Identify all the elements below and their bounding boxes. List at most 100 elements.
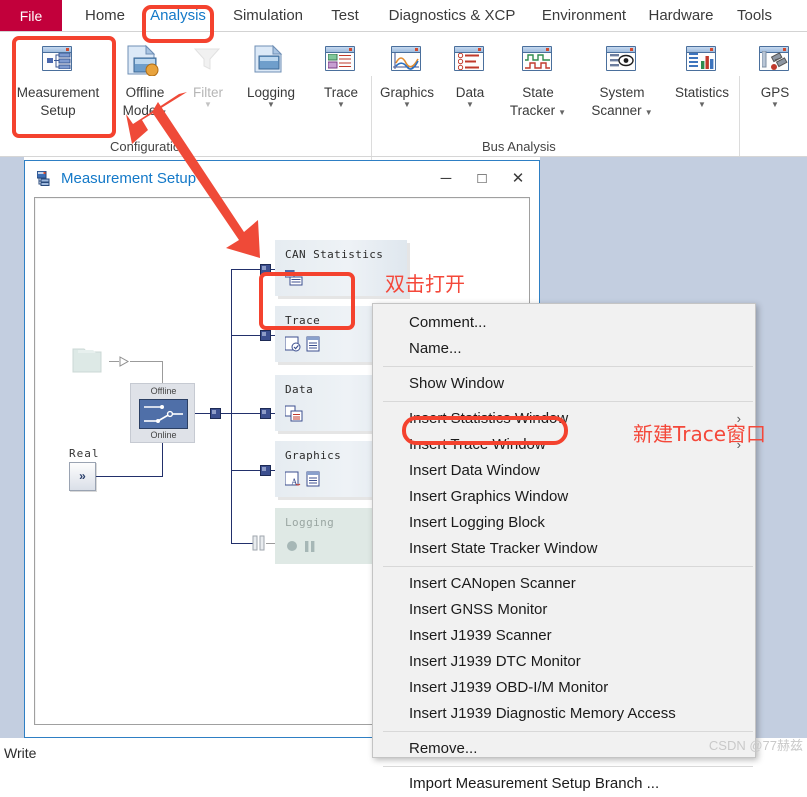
ribbon-button-label: Measurement	[16, 85, 100, 100]
context-menu-item-label: Insert Statistics Window	[409, 410, 569, 427]
graphics-node-title: Graphics	[285, 449, 342, 462]
ribbon-button-label: Statistics	[674, 85, 729, 100]
ribbon-tab-file[interactable]: File	[0, 0, 62, 32]
logging-disconnect-icon	[252, 535, 265, 551]
ribbon-button-label: GPS	[760, 85, 790, 100]
graphics-node-icons[interactable]: A	[284, 471, 325, 489]
menu-insert-j1939-diag-memory[interactable]: Insert J1939 Diagnostic Memory Access	[373, 701, 755, 727]
status-write-label: Write	[4, 745, 37, 761]
context-menu-item-label: Insert J1939 DTC Monitor	[409, 653, 581, 670]
wire-folder-out	[109, 361, 119, 362]
ribbon-button-system-scanner[interactable]: System Scanner ▼	[582, 42, 662, 118]
context-menu-item-label: Insert GNSS Monitor	[409, 601, 548, 618]
ribbon-button-logging[interactable]: Logging ▼	[238, 42, 304, 109]
menu-import-measurement-setup-branch[interactable]: Import Measurement Setup Branch ...	[373, 771, 755, 797]
wire-real-up	[162, 443, 163, 477]
context-menu-item-label: Insert J1939 OBD-I/M Monitor	[409, 679, 609, 696]
ribbon-tab-hardware[interactable]: Hardware	[641, 0, 721, 32]
ribbon-button-data[interactable]: Data ▼	[444, 42, 496, 109]
graphics-icon	[372, 42, 442, 82]
menu-show-window[interactable]: Show Window	[373, 371, 755, 397]
trace-icon	[313, 42, 369, 82]
wire-folder-to-switch-v	[162, 361, 163, 384]
menu-insert-gnss-monitor[interactable]: Insert GNSS Monitor	[373, 597, 755, 623]
ribbon-button-label: Logging	[246, 85, 296, 100]
chevron-down-icon[interactable]: ▼	[238, 101, 304, 109]
can-statistics-node-icon[interactable]	[284, 269, 303, 288]
chevron-down-icon[interactable]: ▼	[159, 109, 167, 117]
ribbon-button-label-line2: Tracker ▼	[509, 103, 567, 118]
menu-insert-j1939-dtc-monitor[interactable]: Insert J1939 DTC Monitor	[373, 649, 755, 675]
port-trace[interactable]	[260, 330, 271, 341]
ribbon-button-gps[interactable]: GPS ▼	[750, 42, 800, 109]
system-scanner-icon	[582, 42, 662, 82]
ribbon-tab-tools[interactable]: Tools	[727, 0, 782, 32]
ribbon-button-graphics[interactable]: Graphics ▼	[372, 42, 442, 109]
chevron-down-icon[interactable]: ▼	[444, 101, 496, 109]
trace-node-title: Trace	[285, 314, 321, 327]
logging-node-icons[interactable]	[285, 538, 325, 556]
ribbon-button-offline-mode[interactable]: Offline Mode ▼	[114, 42, 176, 118]
data-node-icon[interactable]	[284, 405, 303, 423]
filter-icon	[182, 42, 234, 82]
folder-icon	[71, 346, 115, 378]
chevron-down-icon[interactable]: ▼	[558, 109, 566, 117]
ribbon-button-trace[interactable]: Trace ▼	[313, 42, 369, 109]
trace-node-icons[interactable]	[284, 336, 325, 354]
menu-comment[interactable]: Comment...	[373, 310, 755, 336]
port-can-statistics[interactable]	[260, 264, 271, 275]
chevron-down-icon[interactable]: ▼	[372, 101, 442, 109]
switch-graphic-icon	[139, 399, 188, 429]
chevron-down-icon[interactable]: ▼	[645, 109, 653, 117]
minimize-button[interactable]: ─	[429, 169, 463, 189]
port-data[interactable]	[260, 408, 271, 419]
context-menu-item-label: Insert J1939 Scanner	[409, 627, 552, 644]
menu-insert-data-window[interactable]: Insert Data Window	[373, 458, 755, 484]
chevron-down-icon[interactable]: ▼	[313, 101, 369, 109]
ribbon-button-label: Offline	[125, 85, 165, 100]
ribbon-button-label: State	[522, 85, 554, 100]
ribbon-tab-test[interactable]: Test	[321, 0, 369, 32]
ribbon-tab-analysis[interactable]: Analysis	[141, 0, 215, 32]
menu-name[interactable]: Name...	[373, 336, 755, 362]
ribbon-tab-environment[interactable]: Environment	[534, 0, 634, 32]
real-expand-button[interactable]: »	[69, 462, 96, 491]
context-menu-separator	[383, 366, 753, 367]
chevron-down-icon[interactable]: ▼	[750, 101, 800, 109]
ribbon-tab-simulation[interactable]: Simulation	[222, 0, 314, 32]
chevron-down-icon: ▼	[204, 100, 212, 109]
menu-insert-j1939-obdim-monitor[interactable]: Insert J1939 OBD-I/M Monitor	[373, 675, 755, 701]
data-node-title: Data	[285, 383, 314, 396]
measurement-setup-window-title: Measurement Setup	[61, 170, 197, 187]
switch-output-port[interactable]	[210, 408, 221, 419]
ribbon-button-label: Filter	[193, 85, 223, 100]
ribbon-tab-diagnostics-xcp[interactable]: Diagnostics & XCP	[376, 0, 528, 32]
data-icon	[444, 42, 496, 82]
menu-insert-j1939-scanner[interactable]: Insert J1939 Scanner	[373, 623, 755, 649]
ribbon-button-label: Data	[455, 85, 485, 100]
chevron-down-icon[interactable]: ▼	[664, 101, 740, 109]
measurement-setup-context-menu[interactable]: Comment... Name... Show Window Insert Stati…	[372, 303, 756, 792]
ribbon-tab-home[interactable]: Home	[70, 0, 140, 32]
ribbon-button-label-line2: Mode ▼	[122, 103, 168, 118]
menu-insert-logging-block[interactable]: Insert Logging Block	[373, 510, 755, 536]
ribbon-group-label: Bus Analysis	[482, 139, 556, 154]
ribbon-button-measurement-setup[interactable]: Measurement Setup	[8, 42, 108, 118]
menu-insert-state-tracker-window[interactable]: Insert State Tracker Window	[373, 536, 755, 562]
ribbon-tab-overflow[interactable]	[790, 0, 807, 32]
port-graphics[interactable]	[260, 465, 271, 476]
close-button[interactable]: ✕	[501, 169, 535, 189]
menu-remove[interactable]: Remove...	[373, 736, 755, 762]
context-menu-separator	[383, 766, 753, 767]
state-tracker-icon	[500, 42, 576, 82]
maximize-button[interactable]: □	[465, 169, 499, 189]
context-menu-item-label: Insert CANopen Scanner	[409, 575, 576, 592]
offline-online-switch[interactable]: Offline Online	[130, 383, 195, 443]
ribbon-button-statistics[interactable]: Statistics ▼	[664, 42, 740, 109]
menu-insert-canopen-scanner[interactable]: Insert CANopen Scanner	[373, 571, 755, 597]
ribbon-button-state-tracker[interactable]: State Tracker ▼	[500, 42, 576, 118]
context-menu-item-label: Insert Trace Window	[409, 436, 546, 453]
menu-insert-graphics-window[interactable]: Insert Graphics Window	[373, 484, 755, 510]
context-menu-item-label: Insert State Tracker Window	[409, 540, 598, 557]
context-menu-item-label: Comment...	[409, 314, 487, 331]
